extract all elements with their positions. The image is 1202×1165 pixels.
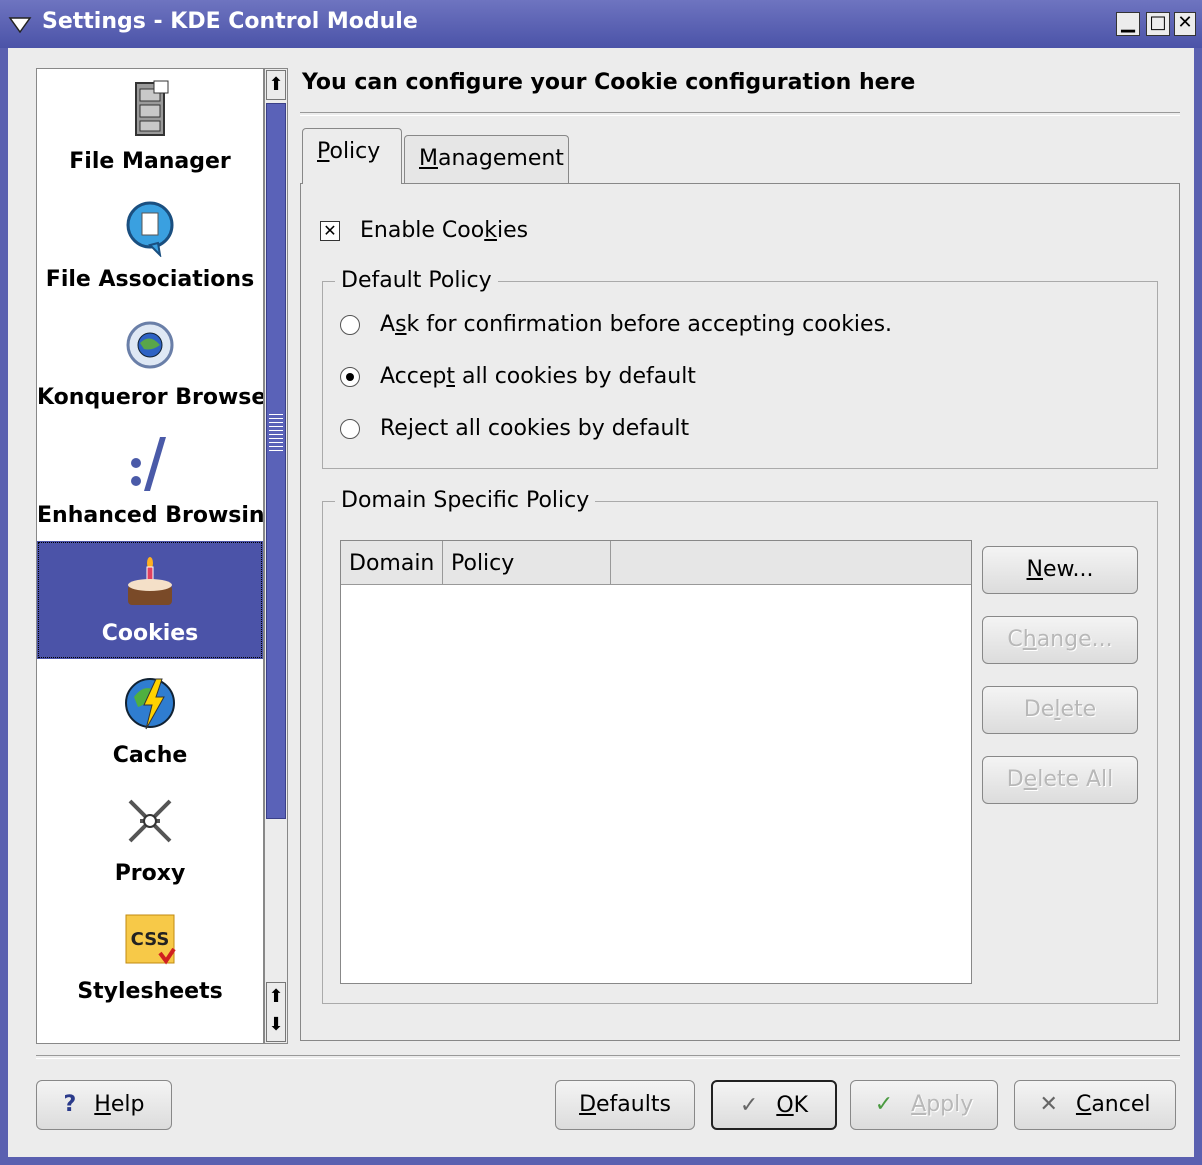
window-menu-icon[interactable] (6, 10, 34, 38)
window-border-left (0, 48, 8, 1165)
sidebar-item-proxy[interactable]: Proxy (37, 781, 263, 899)
scroll-thumb[interactable] (266, 103, 286, 819)
new-domain-button[interactable]: New... (982, 546, 1138, 594)
sidebar-item-file-associations[interactable]: File Associations (37, 187, 263, 305)
globe-lightning-icon (125, 678, 175, 730)
delete-all-domains-button[interactable]: Delete All (982, 756, 1138, 804)
radio-ask-confirmation[interactable]: Ask for confirmation before accepting co… (340, 312, 892, 337)
window-border-right (1194, 48, 1202, 1165)
radio-accept-all[interactable]: Accept all cookies by default (340, 364, 696, 389)
ok-button[interactable]: ✓ OK (711, 1080, 837, 1130)
cake-candle-icon (128, 557, 172, 605)
domain-policy-list[interactable]: Domain Policy (340, 540, 972, 984)
radio-button[interactable] (340, 315, 360, 335)
file-cabinet-icon (135, 80, 169, 136)
enable-cookies-checkbox[interactable]: ✕ (320, 221, 340, 241)
sidebar-scrollbar[interactable]: ⬆ ⬆ ⬇ (264, 68, 288, 1044)
checkmark-icon: ✓ (874, 1092, 894, 1117)
cancel-button[interactable]: ✕ Cancel (1014, 1080, 1176, 1130)
column-header-policy[interactable]: Policy (443, 541, 611, 585)
sidebar-item-label: Cookies (101, 621, 199, 646)
window-border-bottom (0, 1157, 1202, 1165)
delete-domain-button[interactable]: Delete (982, 686, 1138, 734)
sidebar-item-label: Stylesheets (77, 979, 223, 1004)
window-title: Settings - KDE Control Module (42, 9, 418, 34)
minimize-button[interactable]: ▁ (1116, 12, 1140, 36)
colon-slash-icon (131, 437, 166, 491)
sidebar-item-label: Proxy (114, 861, 186, 886)
sidebar-item-cookies[interactable]: Cookies (37, 541, 263, 659)
apply-button[interactable]: ✓ Apply (850, 1080, 998, 1130)
scroll-up-button[interactable]: ⬆ (266, 70, 286, 100)
sidebar-item-cache[interactable]: Cache (37, 663, 263, 781)
page-title: You can configure your Cookie configurat… (302, 70, 916, 95)
sidebar-item-stylesheets[interactable]: CSS Stylesheets (37, 899, 263, 1017)
help-question-icon: ? (63, 1092, 77, 1117)
module-sidebar: File Manager File Associations Konqueror… (36, 68, 264, 1044)
tab-policy[interactable]: Policy (302, 128, 402, 184)
close-button[interactable]: ✕ (1174, 12, 1196, 36)
sidebar-item-konqueror-browser[interactable]: Konqueror Browser (37, 305, 263, 423)
sidebar-item-label: File Manager (69, 149, 231, 174)
svg-text:CSS: CSS (131, 929, 170, 950)
sidebar-item-label: Konqueror Browser (37, 385, 264, 410)
radio-button[interactable] (340, 367, 360, 387)
change-domain-button[interactable]: Change... (982, 616, 1138, 664)
checkmark-icon: ✓ (739, 1093, 759, 1118)
sidebar-item-label: File Associations (45, 267, 255, 292)
enable-cookies-row[interactable]: ✕ Enable Cookies (320, 218, 528, 243)
proxy-icon (128, 799, 172, 843)
title-bar: Settings - KDE Control Module ▁ □ ✕ (0, 0, 1202, 48)
sidebar-item-enhanced-browsing[interactable]: Enhanced Browsing (37, 423, 263, 541)
column-header-domain[interactable]: Domain (341, 541, 443, 585)
help-button[interactable]: ? Help (36, 1080, 172, 1130)
defaults-button[interactable]: Defaults (555, 1080, 695, 1130)
globe-gear-icon (126, 321, 174, 369)
scroll-down-buttons[interactable]: ⬆ ⬇ (266, 982, 286, 1042)
maximize-button[interactable]: □ (1146, 12, 1170, 36)
sidebar-item-label: Enhanced Browsing (37, 503, 264, 528)
scroll-grip (269, 414, 283, 454)
radio-reject-all[interactable]: Reject all cookies by default (340, 416, 689, 441)
cancel-x-icon: ✕ (1039, 1092, 1058, 1117)
tab-management[interactable]: Management (404, 135, 569, 187)
footer-separator (36, 1055, 1180, 1059)
domain-policy-title: Domain Specific Policy (335, 488, 596, 513)
css-icon: CSS (125, 914, 176, 965)
default-policy-title: Default Policy (335, 268, 498, 293)
radio-button[interactable] (340, 419, 360, 439)
column-header-filler (611, 541, 971, 585)
sidebar-item-label: Cache (112, 743, 188, 768)
speech-bubble-document-icon (126, 201, 174, 257)
sidebar-item-file-manager[interactable]: File Manager (37, 69, 263, 187)
heading-separator (300, 112, 1180, 116)
